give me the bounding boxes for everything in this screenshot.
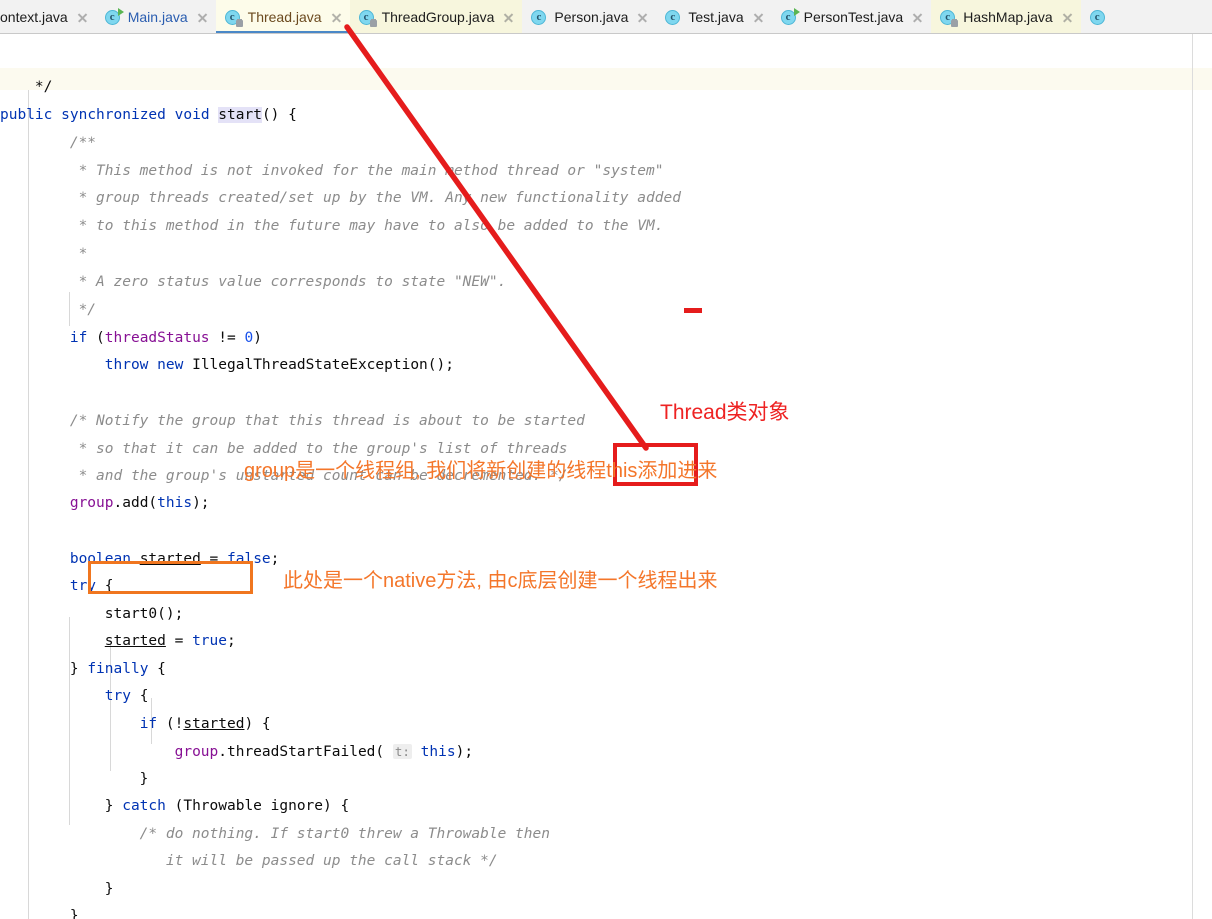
- close-icon[interactable]: [911, 11, 924, 24]
- java-class-readonly-icon: c: [224, 9, 243, 27]
- editor-tab-context[interactable]: ontext.java: [0, 0, 96, 33]
- java-class-icon: c: [531, 9, 548, 26]
- java-class-readonly-icon: c: [940, 9, 959, 27]
- ide-editor-window: ontext.java c Main.java c Thread.java c …: [0, 0, 1212, 919]
- editor-tab-hashmap[interactable]: c HashMap.java: [931, 0, 1081, 33]
- close-icon[interactable]: [1061, 11, 1074, 24]
- selected-token: start: [218, 107, 262, 123]
- code-editor-area[interactable]: */ public synchronized void start() { /*…: [0, 34, 1212, 919]
- code-line: * so that it can be added to the group's…: [0, 441, 568, 457]
- code-line: * to this method in the future may have …: [0, 218, 664, 234]
- code-line: }: [0, 771, 149, 787]
- code-line: /* Notify the group that this thread is …: [0, 413, 585, 429]
- current-line-highlight: [0, 68, 1212, 90]
- java-class-readonly-icon: c: [358, 9, 377, 27]
- editor-tab-persontest[interactable]: c PersonTest.java: [771, 0, 932, 33]
- close-icon[interactable]: [196, 11, 209, 24]
- editor-tab-label: Thread.java: [247, 9, 322, 25]
- code-line: * This method is not invoked for the mai…: [0, 163, 664, 179]
- code-line: }: [0, 908, 79, 919]
- code-line: boolean started = false;: [69, 551, 280, 567]
- close-icon[interactable]: [76, 11, 89, 24]
- code-line: if (threadStatus != 0): [69, 330, 262, 346]
- java-class-icon: c: [665, 9, 682, 26]
- editor-tab-bar: ontext.java c Main.java c Thread.java c …: [0, 0, 1212, 34]
- close-icon[interactable]: [502, 11, 515, 24]
- code-line: } catch (Throwable ignore) {: [0, 798, 350, 814]
- java-class-runnable-icon: c: [104, 7, 124, 26]
- editor-tab-label: Test.java: [688, 9, 744, 25]
- code-line: group.add(this);: [69, 495, 210, 511]
- editor-tab-person[interactable]: c Person.java: [522, 0, 657, 33]
- code-line: it will be passed up the call stack */: [0, 853, 498, 869]
- editor-tab-overflow[interactable]: c: [1080, 0, 1113, 33]
- editor-tab-label: PersonTest.java: [803, 9, 904, 25]
- editor-tab-thread[interactable]: c Thread.java: [215, 0, 350, 33]
- editor-tab-label: HashMap.java: [963, 9, 1053, 25]
- code-line: started = true;: [104, 633, 236, 649]
- code-line: try {: [69, 578, 114, 594]
- close-icon[interactable]: [752, 11, 765, 24]
- code-line: * A zero status value corresponds to sta…: [0, 274, 507, 290]
- editor-tab-test[interactable]: c Test.java: [656, 0, 772, 33]
- code-line: throw new IllegalThreadStateException();: [104, 357, 454, 373]
- code-line: * group threads created/set up by the VM…: [0, 190, 681, 206]
- close-icon[interactable]: [330, 11, 343, 24]
- code-line: public synchronized void start() {: [0, 107, 297, 123]
- code-line: group.threadStartFailed( t: this);: [174, 744, 474, 760]
- code-line: */: [0, 302, 97, 318]
- code-line: start0();: [0, 606, 184, 622]
- code-line: try {: [104, 688, 149, 704]
- editor-tab-label: Main.java: [127, 9, 188, 25]
- code-line: *: [0, 246, 88, 262]
- java-class-icon: c: [1089, 9, 1107, 26]
- code-line: * and the group's unstarted count can be…: [0, 468, 568, 484]
- code-line: */: [0, 79, 53, 95]
- editor-tab-label: ThreadGroup.java: [381, 9, 495, 25]
- code-line: } finally {: [0, 661, 166, 677]
- editor-tab-threadgroup[interactable]: c ThreadGroup.java: [349, 0, 523, 33]
- close-icon[interactable]: [636, 11, 649, 24]
- parameter-hint: t:: [392, 744, 412, 759]
- right-margin-guide: [1192, 34, 1193, 919]
- code-line: if (!started) {: [139, 716, 271, 732]
- editor-tab-label: Person.java: [554, 9, 629, 25]
- editor-tab-main[interactable]: c Main.java: [95, 0, 216, 33]
- code-line: /* do nothing. If start0 threw a Throwab…: [0, 826, 550, 842]
- code-line: }: [0, 881, 114, 897]
- editor-tab-label: ontext.java: [0, 9, 68, 25]
- java-class-runnable-icon: c: [780, 7, 800, 26]
- code-line: /**: [0, 135, 97, 151]
